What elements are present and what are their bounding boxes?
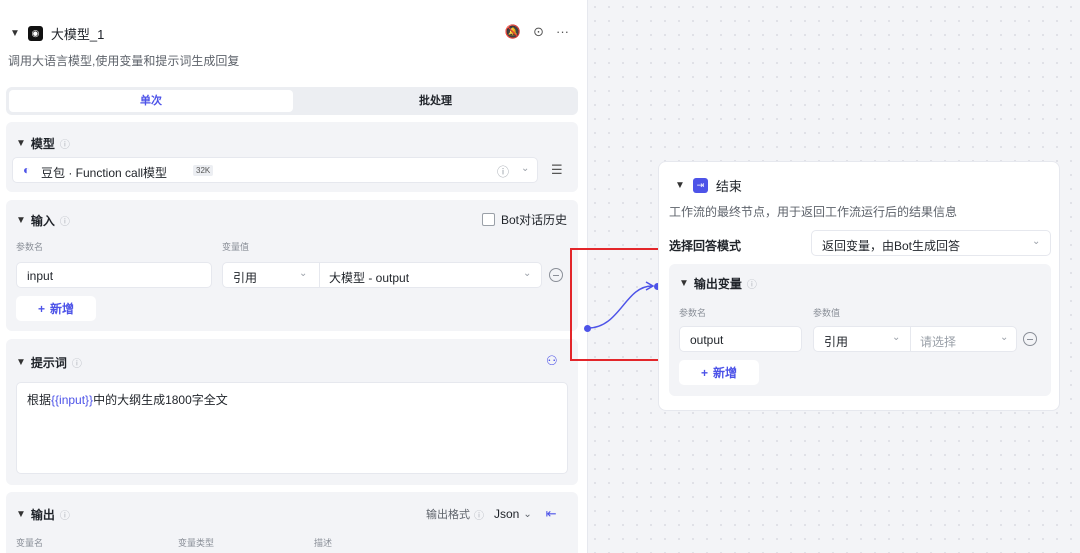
more-menu-icon[interactable]: ··· xyxy=(556,24,569,40)
ref-type-select[interactable]: 引用 xyxy=(233,269,257,286)
node-title[interactable]: 大模型_1 xyxy=(51,24,104,43)
prompt-editor[interactable]: 根据{{input}}中的大纲生成1800字全文 xyxy=(16,382,568,474)
chevron-down-icon: ▼ xyxy=(16,138,26,149)
end-node-description: 工作流的最终节点，用于返回工作流运行后的结果信息 xyxy=(669,205,958,219)
output-format: 输出格式 ⓘ Json ⌄ ⇤ xyxy=(426,506,557,522)
input-section-title[interactable]: ▼ 输入 ⓘ xyxy=(16,212,70,229)
param-name-input[interactable]: input xyxy=(16,262,212,288)
chevron-down-icon: ▼ xyxy=(16,215,26,226)
answer-mode-label: 选择回答模式 xyxy=(669,239,742,253)
col-var-name: 变量名 xyxy=(16,538,44,548)
model-section: ▼ 模型 ⓘ ◐ 豆包 · Function call模型 32K ⓘ ⌄ ☰ xyxy=(6,122,578,192)
output-section: ▼ 输出 ⓘ 输出格式 ⓘ Json ⌄ ⇤ 变量名 变量类型 描述 xyxy=(6,492,578,553)
output-param-name-input[interactable]: output xyxy=(679,326,802,352)
chevron-down-icon: ⌄ xyxy=(1000,332,1009,343)
output-var-section: ▼ 输出变量 ⓘ 参数名 参数值 output 引用 ⌄ 请选择 ⌄ + 新增 xyxy=(669,264,1051,396)
output-format-label: 输出格式 xyxy=(426,509,470,521)
chevron-down-icon: ▼ xyxy=(16,357,26,368)
col-param-name: 参数名 xyxy=(679,308,707,318)
mute-bell-icon[interactable]: 🔕 xyxy=(505,24,521,40)
input-section: ▼ 输入 ⓘ Bot对话历史 参数名 变量值 input 引用 ⌄ 大模型 - … xyxy=(6,200,578,331)
info-icon: ⓘ xyxy=(59,511,70,522)
llm-node-icon: ◉ xyxy=(27,26,43,41)
info-icon: ⓘ xyxy=(71,359,82,370)
divider xyxy=(319,263,320,287)
llm-node-header: ▼ ◉ 大模型_1 xyxy=(10,24,104,43)
chevron-down-icon: ⌄ xyxy=(1032,236,1041,247)
model-select[interactable]: ◐ 豆包 · Function call模型 32K ⓘ ⌄ xyxy=(12,157,538,183)
chevron-down-icon: ⌄ xyxy=(523,268,532,279)
remove-row-icon[interactable] xyxy=(1023,332,1037,346)
col-param-value: 参数值 xyxy=(813,308,841,318)
chevron-down-icon: ▼ xyxy=(16,509,26,520)
collapse-chevron-icon[interactable]: ▼ xyxy=(675,180,685,191)
chevron-down-icon: ⌄ xyxy=(521,163,530,174)
plus-icon: + xyxy=(37,301,45,316)
output-value-field: 引用 ⌄ 请选择 ⌄ xyxy=(813,326,1017,352)
bot-history-label: Bot对话历史 xyxy=(501,213,568,227)
info-icon: ⓘ xyxy=(746,280,757,291)
ref-type-select[interactable]: 引用 xyxy=(824,333,848,350)
end-node-header: ▼ ⇥ 结束 xyxy=(675,176,742,195)
tab-batch[interactable]: 批处理 xyxy=(296,90,575,112)
prompt-section-title[interactable]: ▼ 提示词 ⓘ xyxy=(16,354,82,371)
model-info-icon[interactable]: ⓘ xyxy=(497,163,509,180)
info-icon: ⓘ xyxy=(59,140,70,151)
end-node-panel: ▼ ⇥ 结束 工作流的最终节点，用于返回工作流运行后的结果信息 选择回答模式 返… xyxy=(658,161,1060,411)
bot-history-checkbox[interactable]: Bot对话历史 xyxy=(482,211,567,228)
node-description: 调用大语言模型,使用变量和提示词生成回复 xyxy=(8,54,240,68)
chevron-down-icon: ⌄ xyxy=(299,268,308,279)
output-format-select[interactable]: Json xyxy=(494,507,519,521)
add-output-button[interactable]: + 新增 xyxy=(679,360,759,385)
prompt-section: ▼ 提示词 ⓘ ⚇ 根据{{input}}中的大纲生成1800字全文 xyxy=(6,339,578,485)
plus-icon: + xyxy=(700,365,708,380)
output-var-title[interactable]: ▼ 输出变量 ⓘ xyxy=(679,275,757,292)
model-section-title[interactable]: ▼ 模型 ⓘ xyxy=(16,135,70,152)
chevron-down-icon: ⌄ xyxy=(523,508,532,520)
col-var-value: 变量值 xyxy=(222,242,250,252)
output-section-title[interactable]: ▼ 输出 ⓘ xyxy=(16,506,70,523)
divider xyxy=(910,327,911,351)
checkbox-box[interactable] xyxy=(482,213,495,226)
end-node-icon: ⇥ xyxy=(692,178,708,193)
collapse-chevron-icon[interactable]: ▼ xyxy=(10,28,20,39)
col-param-name: 参数名 xyxy=(16,242,44,252)
col-var-type: 变量类型 xyxy=(178,538,215,548)
var-value-field: 引用 ⌄ 大模型 - output ⌄ xyxy=(222,262,542,288)
import-json-icon[interactable]: ⇤ xyxy=(546,506,557,522)
model-settings-icon[interactable]: ☰ xyxy=(551,162,563,178)
answer-mode-select[interactable]: 返回变量，由Bot生成回答 ⌄ xyxy=(811,230,1051,256)
prompt-text: 根据{{input}}中的大纲生成1800字全文 xyxy=(27,393,228,407)
info-icon: ⓘ xyxy=(59,217,70,228)
prompt-variable-icon[interactable]: ⚇ xyxy=(546,353,558,369)
col-description: 描述 xyxy=(314,538,333,548)
prompt-variable-token: {{input}} xyxy=(51,393,94,407)
remove-row-icon[interactable] xyxy=(549,268,563,282)
node-header-actions: 🔕 ⊙ ··· xyxy=(505,24,569,40)
context-badge: 32K xyxy=(193,165,214,176)
ref-variable-select[interactable]: 大模型 - output xyxy=(329,269,409,286)
model-name: 豆包 · Function call模型 xyxy=(41,166,168,180)
add-input-button[interactable]: + 新增 xyxy=(16,296,96,321)
doubao-logo-icon: ◐ xyxy=(23,163,31,177)
highlight-box xyxy=(570,248,664,361)
chevron-down-icon: ▼ xyxy=(679,278,689,289)
end-node-title[interactable]: 结束 xyxy=(716,176,742,195)
run-play-icon[interactable]: ⊙ xyxy=(533,24,544,40)
chevron-down-icon: ⌄ xyxy=(892,332,901,343)
llm-node-panel: ▼ ◉ 大模型_1 🔕 ⊙ ··· 调用大语言模型,使用变量和提示词生成回复 单… xyxy=(0,0,588,553)
mode-tabs: 单次 批处理 xyxy=(6,87,578,115)
info-icon: ⓘ xyxy=(474,510,484,522)
tab-single[interactable]: 单次 xyxy=(9,90,293,112)
ref-variable-select[interactable]: 请选择 xyxy=(920,333,956,350)
